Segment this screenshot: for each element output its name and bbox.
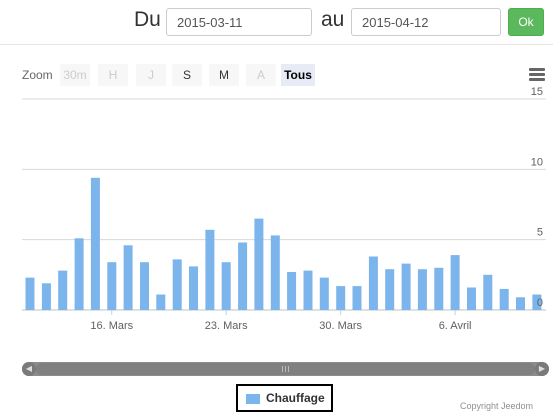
legend-label: Chauffage	[266, 391, 325, 405]
bar[interactable]	[74, 238, 84, 310]
bar[interactable]	[434, 267, 444, 310]
y-tick-label: 0	[537, 297, 543, 309]
bar[interactable]	[450, 255, 460, 310]
bar[interactable]	[368, 256, 378, 311]
bar[interactable]	[483, 274, 493, 310]
y-tick-label: 5	[537, 227, 543, 239]
bar[interactable]	[25, 277, 35, 310]
x-tick-label: 6. Avril	[439, 320, 472, 332]
x-tick-label: 23. Mars	[205, 320, 248, 332]
x-tick-label: 16. Mars	[90, 320, 133, 332]
bar[interactable]	[189, 266, 198, 310]
bar[interactable]	[352, 286, 362, 310]
y-tick-label: 15	[531, 86, 543, 98]
bar[interactable]	[516, 297, 525, 310]
scroll-right-arrow-icon[interactable]: ▶	[535, 362, 549, 376]
legend-color-swatch	[246, 394, 260, 404]
bar[interactable]	[140, 262, 149, 310]
bar[interactable]	[238, 242, 248, 311]
bar[interactable]	[270, 235, 280, 310]
bar[interactable]	[90, 177, 100, 310]
scrollbar-thumb[interactable]	[36, 363, 535, 375]
bar[interactable]	[205, 229, 215, 310]
grip-icon	[282, 366, 289, 372]
navigator-scrollbar[interactable]: ◀ ▶	[22, 362, 549, 376]
chart-legend[interactable]: Chauffage	[236, 384, 333, 412]
bar[interactable]	[123, 245, 133, 310]
bar[interactable]	[467, 287, 476, 311]
bar[interactable]	[401, 263, 411, 310]
bar[interactable]	[254, 218, 264, 310]
bar-chart: 0 5 10 15 16. Mars 23. Mars 30. Mars 6. Avril	[22, 86, 546, 332]
bar[interactable]	[319, 277, 329, 310]
bar[interactable]	[336, 286, 346, 310]
bar[interactable]	[499, 288, 509, 310]
bar[interactable]	[156, 294, 166, 311]
y-tick-label: 10	[531, 156, 543, 168]
bar[interactable]	[41, 283, 51, 310]
bar[interactable]	[385, 269, 395, 310]
bar[interactable]	[417, 269, 427, 310]
copyright-text: Copyright Jeedom	[460, 401, 534, 411]
x-tick-label: 30. Mars	[319, 320, 362, 332]
bar[interactable]	[303, 270, 313, 310]
bar[interactable]	[287, 272, 297, 310]
bar[interactable]	[221, 262, 231, 310]
bar[interactable]	[172, 259, 182, 310]
bar[interactable]	[107, 262, 117, 310]
bar[interactable]	[58, 270, 68, 310]
scroll-left-arrow-icon[interactable]: ◀	[22, 362, 36, 376]
